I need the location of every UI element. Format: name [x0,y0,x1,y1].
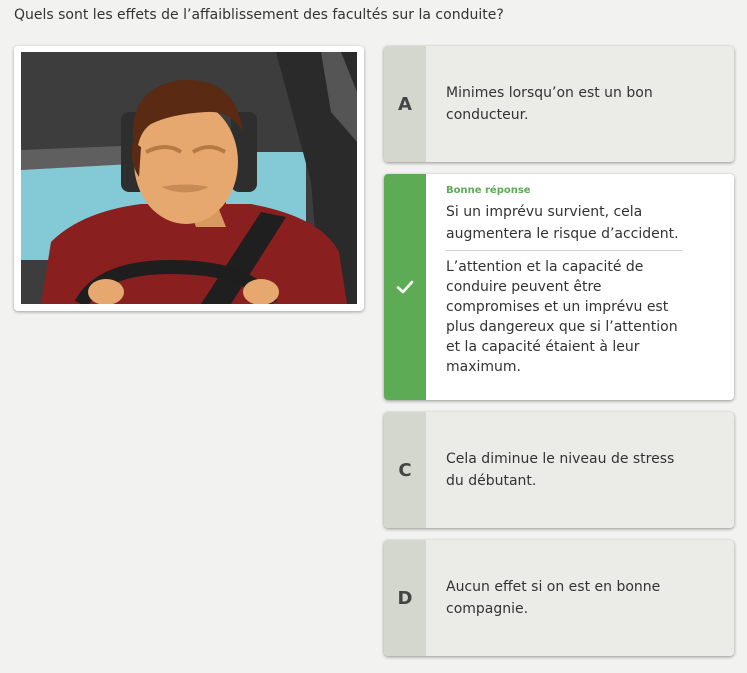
sleepy-driver-illustration [21,52,357,304]
option-d[interactable]: D Aucun effet si on est en bonne compagn… [384,540,734,656]
divider [446,250,682,251]
option-letter: D [384,540,426,656]
checkmark-icon [396,280,414,294]
option-text: Cela diminue le niveau de stress du débu… [446,451,675,489]
answer-explanation: L’attention et la capacité de conduire p… [446,259,678,375]
correct-answer-label: Bonne réponse [446,185,531,196]
correct-answer-content: Bonne réponse Si un imprévu survient, ce… [446,184,682,377]
option-c[interactable]: C Cela diminue le niveau de stress du dé… [384,412,734,528]
option-letter [384,174,426,400]
option-text: Si un imprévu survient, cela augmentera … [446,204,679,242]
option-letter: A [384,46,426,162]
question-text: Quels sont les effets de l’affaiblisseme… [14,7,504,23]
illustration-card [14,46,364,311]
option-b-correct[interactable]: Bonne réponse Si un imprévu survient, ce… [384,174,734,400]
option-a[interactable]: A Minimes lorsqu’on est un bon conducteu… [384,46,734,162]
option-text: Minimes lorsqu’on est un bon conducteur. [446,85,653,123]
option-text: Aucun effet si on est en bonne compagnie… [446,579,661,617]
option-letter: C [384,412,426,528]
